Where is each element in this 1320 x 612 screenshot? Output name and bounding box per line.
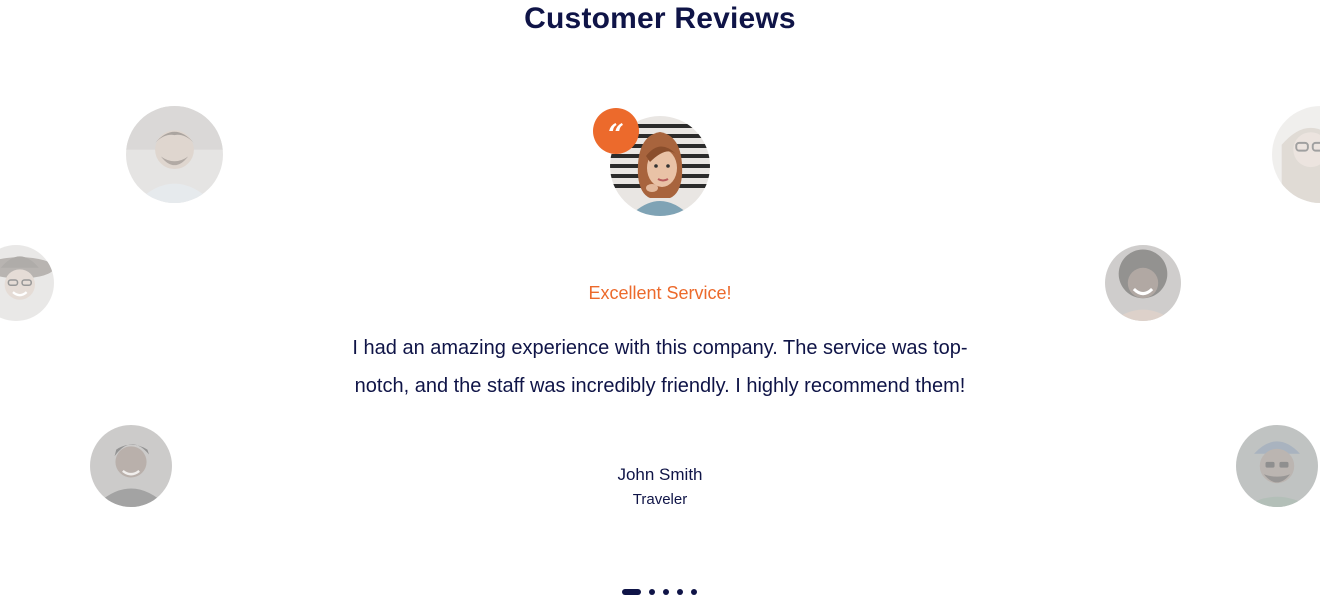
- reviewer-avatar-top-right[interactable]: [1272, 106, 1320, 203]
- review-author-role: Traveler: [632, 491, 688, 508]
- avatar-photo: [126, 106, 223, 203]
- quote-icon: “: [593, 108, 639, 154]
- carousel-dot-1[interactable]: [622, 588, 641, 595]
- carousel-dot-2[interactable]: [649, 588, 655, 595]
- section-title: Customer Reviews: [524, 2, 796, 35]
- carousel-dot-5[interactable]: [691, 588, 697, 595]
- carousel-dot-3[interactable]: [663, 588, 669, 595]
- carousel-pagination: [622, 588, 697, 595]
- review-author-name: John Smith: [617, 465, 703, 484]
- carousel-dot-4[interactable]: [677, 588, 683, 595]
- avatar-photo: [1272, 106, 1320, 203]
- review-text: I had an amazing experience with this co…: [352, 337, 968, 397]
- reviewer-avatar-top-left[interactable]: [126, 106, 223, 203]
- review-heading: Excellent Service!: [588, 283, 732, 303]
